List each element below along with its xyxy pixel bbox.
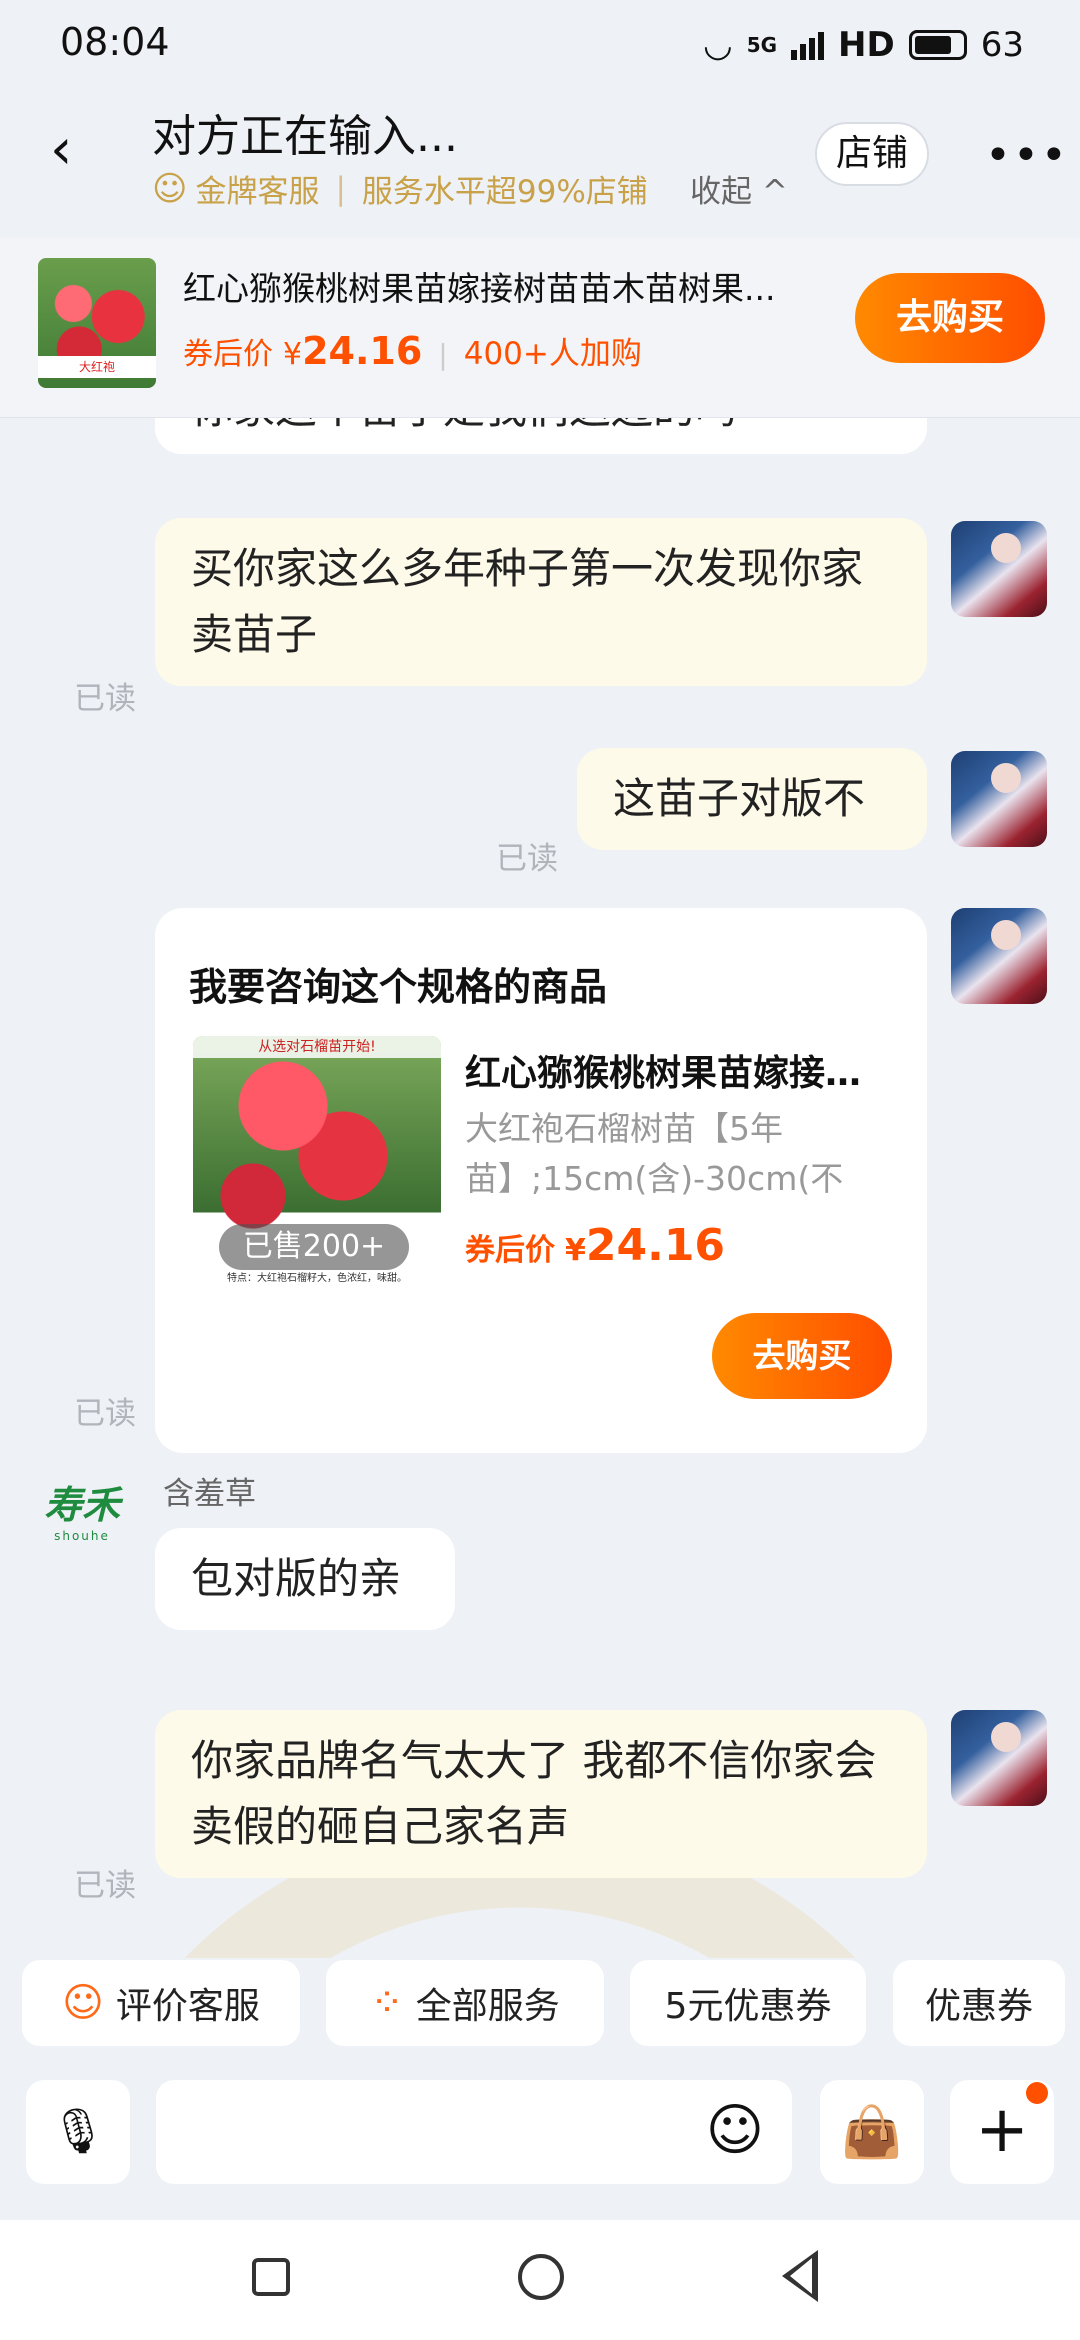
- message-bubble-sent[interactable]: 买你家这么多年种子第一次发现你家卖苗子: [155, 518, 927, 686]
- price-value: 24.16: [302, 329, 423, 373]
- message-text: 你家这个苗子是我们这边的吗: [191, 418, 737, 433]
- divider: |: [438, 338, 448, 371]
- price-value: 24.16: [585, 1220, 726, 1271]
- shop-button[interactable]: 店铺: [815, 122, 929, 186]
- shop-logo: 寿禾: [43, 1481, 120, 1527]
- message-bubble-sent[interactable]: 这苗子对版不: [577, 748, 927, 850]
- currency-symbol: ¥: [565, 1233, 586, 1268]
- message-bubble-partial[interactable]: 你家这个苗子是我们这边的吗: [155, 418, 927, 454]
- card-product-name: 红心猕猴桃树果苗嫁接树苗苗木苗树果苗: [465, 1053, 885, 1094]
- gold-service-label: 金牌客服: [195, 174, 320, 210]
- read-receipt: 已读: [74, 1396, 136, 1432]
- quick-actions: ☺ 评价客服 ⁘ 全部服务 5元优惠券 优惠券: [0, 1958, 1080, 2066]
- card-product-image[interactable]: 从选对石榴苗开始! 已售200+ 特点：大红袍石榴籽大，色浓红，味甜。: [193, 1036, 441, 1288]
- card-price: 券后价 ¥ 24.16: [465, 1220, 725, 1271]
- service-level-label: 服务水平超99%店铺: [361, 174, 648, 210]
- status-time: 08:04: [60, 20, 170, 64]
- shop-logo-sub: shouhe: [54, 1528, 110, 1543]
- card-title: 我要咨询这个规格的商品: [189, 965, 608, 1009]
- signal-icon: [791, 30, 825, 60]
- message-bubble-sent[interactable]: 你家品牌名气太大了 我都不信你家会卖假的砸自己家名声: [155, 1710, 927, 1878]
- message-text: 这苗子对版不: [613, 774, 866, 823]
- product-title[interactable]: 红心猕猴桃树果苗嫁接树苗苗木苗树果...: [183, 262, 843, 310]
- read-receipt: 已读: [74, 1868, 136, 1904]
- buyers-count: 400+人加购: [463, 336, 642, 372]
- read-receipt: 已读: [496, 841, 558, 877]
- my-avatar[interactable]: [951, 751, 1047, 847]
- read-receipt: 已读: [74, 681, 136, 717]
- shopping-bag-button[interactable]: 👜: [820, 2080, 924, 2184]
- status-bar: 08:04 ◡ 5G HD 63: [0, 0, 1080, 90]
- battery-level: 63: [980, 25, 1024, 65]
- chip-label: 优惠券: [924, 1986, 1033, 2027]
- product-thumbnail[interactable]: 大红袍: [38, 258, 156, 388]
- wifi-icon: ◡: [703, 25, 733, 65]
- more-button[interactable]: •••: [985, 130, 1069, 181]
- chip-label: 5元优惠券: [664, 1986, 832, 2027]
- divider: |: [335, 170, 346, 207]
- smile-icon: ☺: [62, 1980, 104, 2026]
- home-icon[interactable]: [518, 2254, 564, 2300]
- message-text: 你家品牌名气太大了 我都不信你家会卖假的砸自己家名声: [191, 1736, 877, 1851]
- plus-icon: +: [975, 2093, 1029, 2167]
- battery-icon: [908, 30, 967, 60]
- microphone-icon: 🎙: [50, 2106, 106, 2157]
- chevron-up-icon: ^: [761, 174, 788, 210]
- image-banner-text: 从选对石榴苗开始!: [193, 1036, 441, 1058]
- product-price-row: 券后价 ¥ 24.16 | 400+人加购: [183, 328, 642, 373]
- message-text: 包对版的亲: [191, 1554, 402, 1603]
- chat-area[interactable]: 你家这个苗子是我们这边的吗 买你家这么多年种子第一次发现你家卖苗子 已读 这苗子…: [0, 418, 1080, 1958]
- recent-apps-icon[interactable]: [252, 2258, 290, 2296]
- input-bar: 🎙 ☺ 👜 +: [0, 2066, 1080, 2220]
- emoji-button[interactable]: ☺: [700, 2096, 770, 2166]
- smile-icon: ☺: [152, 168, 188, 209]
- more-options-button[interactable]: +: [950, 2080, 1054, 2184]
- notification-dot: [1026, 2082, 1048, 2104]
- message-bubble-received[interactable]: 包对版的亲: [155, 1528, 455, 1630]
- all-services-chip[interactable]: ⁘ 全部服务: [326, 1960, 604, 2046]
- network-type: 5G: [746, 33, 778, 57]
- collapse-label: 收起: [690, 174, 752, 210]
- shop-avatar[interactable]: 寿禾 shouhe: [34, 1468, 130, 1548]
- message-text: 买你家这么多年种子第一次发现你家卖苗子: [191, 544, 864, 659]
- coupons-chip[interactable]: 优惠券: [893, 1960, 1065, 2046]
- my-avatar[interactable]: [951, 908, 1047, 1004]
- back-button[interactable]: ‹: [50, 120, 110, 180]
- thumbnail-tag: 大红袍: [38, 356, 156, 378]
- my-avatar[interactable]: [951, 521, 1047, 617]
- image-caption: 特点：大红袍石榴籽大，色浓红，味甜。: [193, 1270, 441, 1288]
- status-icons: ◡ 5G HD 63: [703, 20, 1024, 70]
- chip-label: 全部服务: [415, 1986, 560, 2027]
- product-bar[interactable]: 大红袍 红心猕猴桃树果苗嫁接树苗苗木苗树果... 券后价 ¥ 24.16 | 4…: [0, 238, 1080, 418]
- message-input[interactable]: [156, 2080, 792, 2184]
- smile-icon: ☺: [705, 2098, 765, 2163]
- buy-button[interactable]: 去购买: [855, 273, 1045, 363]
- chevron-left-icon: ‹: [50, 117, 73, 182]
- price-label: 券后价: [465, 1233, 555, 1268]
- chip-label: 评价客服: [115, 1986, 260, 2027]
- card-product-spec: 大红袍石榴树苗【5年苗】;15cm(含)-30cm(不含): [465, 1109, 844, 1198]
- card-buy-button[interactable]: 去购买: [712, 1313, 892, 1399]
- service-info: ☺ 金牌客服 | 服务水平超99%店铺: [152, 166, 648, 211]
- sender-name: 含羞草: [163, 1476, 256, 1512]
- shopping-bag-icon: 👜: [840, 2103, 904, 2161]
- sold-count-badge: 已售200+: [219, 1224, 409, 1270]
- price-label: 券后价: [183, 337, 273, 372]
- my-avatar[interactable]: [951, 1710, 1047, 1806]
- currency-symbol: ¥: [283, 337, 303, 372]
- system-nav-bar: [0, 2220, 1080, 2340]
- rate-service-chip[interactable]: ☺ 评价客服: [22, 1960, 300, 2046]
- hd-label: HD: [838, 25, 895, 65]
- chat-header: ‹ 对方正在输入... ☺ 金牌客服 | 服务水平超99%店铺 收起 ^ 店铺 …: [0, 90, 1080, 220]
- coupon-5-chip[interactable]: 5元优惠券: [630, 1960, 866, 2046]
- product-inquiry-card[interactable]: 我要咨询这个规格的商品 从选对石榴苗开始! 已售200+ 特点：大红袍石榴籽大，…: [155, 908, 927, 1453]
- page-title: 对方正在输入...: [152, 111, 458, 162]
- voice-input-button[interactable]: 🎙: [26, 2080, 130, 2184]
- grid-icon: ⁘: [370, 1980, 404, 2026]
- back-triangle-icon[interactable]: [782, 2250, 818, 2302]
- collapse-button[interactable]: 收起 ^: [690, 166, 788, 211]
